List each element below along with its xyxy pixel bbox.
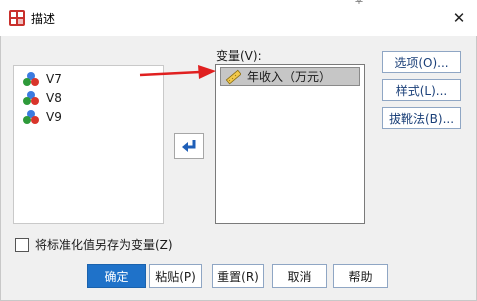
list-item-label: V7 bbox=[46, 72, 62, 86]
reset-button[interactable]: 重置(R) bbox=[212, 264, 264, 288]
list-item-label: V8 bbox=[46, 91, 62, 105]
save-standardized-label: 将标准化值另存为变量(Z) bbox=[35, 238, 173, 252]
spss-app-icon bbox=[9, 10, 25, 26]
source-variable-list[interactable]: V7 V8 V9 bbox=[13, 65, 164, 224]
cancel-button[interactable]: 取消 bbox=[272, 264, 327, 288]
bootstrap-button[interactable]: 拔靴法(B)... bbox=[382, 107, 461, 129]
move-arrow-icon bbox=[182, 140, 196, 152]
save-standardized-checkbox[interactable] bbox=[15, 237, 29, 252]
variables-label: 变量(V): bbox=[216, 49, 262, 63]
ok-button[interactable]: 确定 bbox=[87, 264, 146, 288]
paste-button[interactable]: 粘贴(P) bbox=[149, 264, 202, 288]
list-item-v7[interactable]: V7 bbox=[22, 71, 62, 87]
move-variable-button[interactable] bbox=[174, 133, 204, 159]
help-button[interactable]: 帮助 bbox=[333, 264, 388, 288]
list-item-v9[interactable]: V9 bbox=[22, 109, 62, 125]
nominal-variable-icon bbox=[23, 72, 39, 86]
nominal-variable-icon bbox=[23, 91, 39, 105]
list-item-v8[interactable]: V8 bbox=[22, 90, 62, 106]
scale-ruler-icon bbox=[225, 69, 241, 84]
window-title: 描述 bbox=[31, 12, 56, 26]
list-item-label: 年收入（万元） bbox=[247, 70, 332, 84]
list-item-label: V9 bbox=[46, 110, 62, 124]
top-edge-glyph: 平 bbox=[355, 0, 363, 4]
save-standardized-row[interactable]: 将标准化值另存为变量(Z) bbox=[15, 236, 173, 253]
target-variable-list[interactable]: 年收入（万元） bbox=[215, 64, 365, 224]
list-item-annual-income[interactable]: 年收入（万元） bbox=[220, 67, 360, 86]
title-bar: 描述 平 ✕ bbox=[0, 0, 477, 36]
close-button[interactable]: ✕ bbox=[448, 7, 470, 29]
nominal-variable-icon bbox=[23, 110, 39, 124]
annotation-arrow-icon bbox=[139, 65, 216, 79]
options-button[interactable]: 选项(O)... bbox=[382, 51, 461, 73]
style-button[interactable]: 样式(L)... bbox=[382, 79, 461, 101]
